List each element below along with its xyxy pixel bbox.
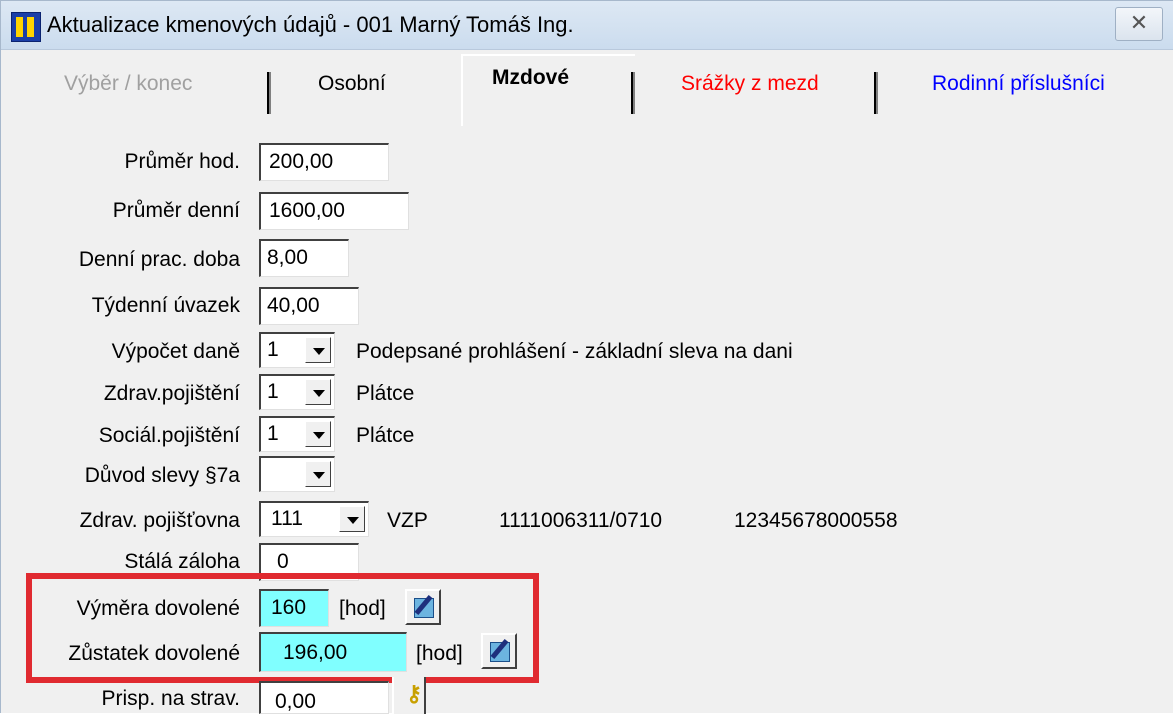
app-people-icon xyxy=(11,12,41,42)
tab-srazky-z-mezd[interactable]: Srážky z mezd xyxy=(681,72,819,96)
zdrav-pojistovna-select[interactable]: 111 xyxy=(259,501,369,537)
vypocet-dane-description: Podepsané prohlášení - základní sleva na… xyxy=(356,340,793,363)
tab-divider xyxy=(631,72,633,114)
vypocet-dane-value: 1 xyxy=(267,338,279,361)
highlight-frame xyxy=(26,573,539,683)
zdrav-pojisteni-value: 1 xyxy=(267,380,279,403)
active-tab-frame xyxy=(461,54,635,126)
prumer-hod-input[interactable]: 200,00 xyxy=(259,143,389,181)
key-button[interactable]: ⚷ xyxy=(392,677,426,714)
duvod-slevy-select[interactable] xyxy=(259,456,335,492)
chevron-down-icon[interactable] xyxy=(305,461,331,487)
zdrav-pojistovna-code: 12345678000558 xyxy=(734,509,898,532)
tab-osobni[interactable]: Osobní xyxy=(318,72,386,96)
tab-divider xyxy=(267,72,269,114)
prumer-denni-input[interactable]: 1600,00 xyxy=(259,192,409,230)
social-pojisteni-value: 1 xyxy=(267,422,279,445)
close-icon: ✕ xyxy=(1129,10,1149,35)
tab-bar: Výběr / konec Osobní Mzdové Srážky z mez… xyxy=(1,50,1173,126)
zdrav-pojistovna-value: 111 xyxy=(271,507,303,530)
tab-rodinni-prislusnici[interactable]: Rodinní příslušníci xyxy=(932,72,1105,96)
social-pojisteni-description: Plátce xyxy=(356,424,415,447)
title-bar: Aktualizace kmenových údajů - 001 Marný … xyxy=(1,1,1173,50)
tab-divider xyxy=(874,72,876,114)
denni-prac-doba-label: Denní prac. doba xyxy=(78,248,240,271)
tydenni-uvazek-input[interactable]: 40,00 xyxy=(259,287,359,325)
chevron-down-icon[interactable] xyxy=(305,379,331,405)
tydenni-uvazek-label: Týdenní úvazek xyxy=(91,294,240,317)
tab-vyber-konec[interactable]: Výběr / konec xyxy=(64,72,192,96)
denni-prac-doba-input[interactable]: 8,00 xyxy=(259,239,349,277)
zdrav-pojistovna-account: 1111006311/0710 xyxy=(499,509,663,532)
zdrav-pojistovna-name: VZP xyxy=(387,509,428,532)
zdrav-pojisteni-select[interactable]: 1 xyxy=(259,374,335,410)
dialog-window: Aktualizace kmenových údajů - 001 Marný … xyxy=(0,0,1173,714)
chevron-down-icon[interactable] xyxy=(305,421,331,447)
prumer-denni-label: Průměr denní xyxy=(112,199,240,222)
window-title: Aktualizace kmenových údajů - 001 Marný … xyxy=(47,12,574,37)
chevron-down-icon[interactable] xyxy=(339,506,365,532)
duvod-slevy-label: Důvod slevy §7a xyxy=(84,464,240,487)
prisp-na-strav-label: Prisp. na strav. xyxy=(101,687,241,710)
stala-zaloha-label: Stálá záloha xyxy=(124,550,240,573)
social-pojisteni-select[interactable]: 1 xyxy=(259,416,335,452)
vypocet-dane-label: Výpočet daně xyxy=(111,340,240,363)
zdrav-pojisteni-label: Zdrav.pojištění xyxy=(103,382,240,405)
chevron-down-icon[interactable] xyxy=(305,337,331,363)
prumer-hod-label: Průměr hod. xyxy=(124,150,240,173)
tab-mzdove[interactable]: Mzdové xyxy=(492,66,569,90)
key-icon: ⚷ xyxy=(406,681,423,706)
zdrav-pojisteni-description: Plátce xyxy=(356,382,415,405)
zdrav-pojistovna-label: Zdrav. pojišťovna xyxy=(79,509,240,532)
close-button[interactable]: ✕ xyxy=(1115,7,1163,41)
social-pojisteni-label: Sociál.pojištění xyxy=(98,424,240,447)
prisp-na-strav-input[interactable]: 0,00 xyxy=(259,681,389,714)
vypocet-dane-select[interactable]: 1 xyxy=(259,332,335,368)
